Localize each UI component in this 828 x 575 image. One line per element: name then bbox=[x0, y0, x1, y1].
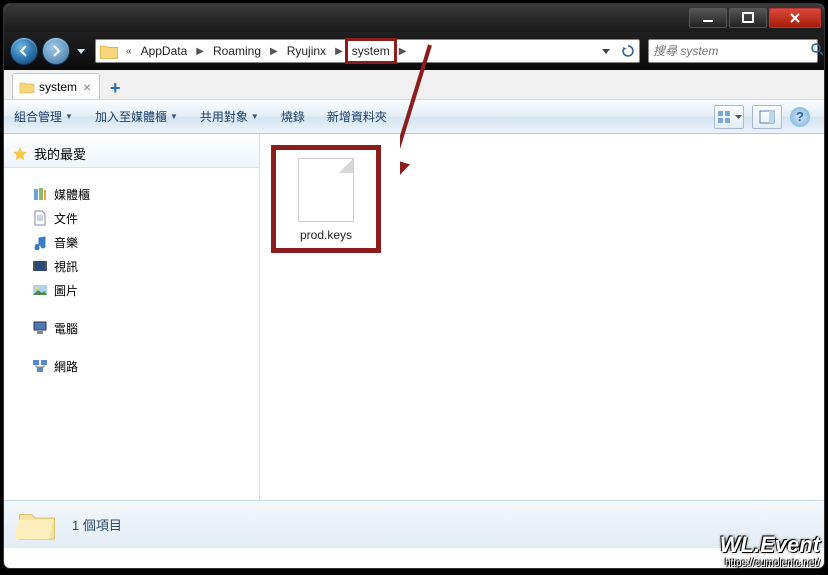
maximize-button[interactable] bbox=[729, 8, 767, 28]
breadcrumb-segment[interactable]: Ryujinx bbox=[282, 40, 331, 62]
sidebar: 我的最愛 媒體櫃 文件 音樂 視訊 bbox=[4, 134, 260, 500]
share-button[interactable]: 共用對象▼ bbox=[200, 108, 259, 125]
help-button[interactable]: ? bbox=[790, 107, 810, 127]
sidebar-item-pictures[interactable]: 圖片 bbox=[4, 278, 259, 302]
navbar: « AppData ▶ Roaming ▶ Ryujinx ▶ system ▶ bbox=[4, 32, 824, 70]
sidebar-item-music[interactable]: 音樂 bbox=[4, 230, 259, 254]
sidebar-network[interactable]: 網路 bbox=[4, 354, 259, 378]
chevron-icon: ▶ bbox=[192, 46, 208, 57]
watermark: WL.Event https://cumolentc.net/ bbox=[720, 532, 820, 569]
minimize-button[interactable] bbox=[689, 8, 727, 28]
video-icon bbox=[32, 258, 48, 274]
chevron-icon: ▶ bbox=[395, 46, 411, 57]
chevron-icon: « bbox=[122, 46, 136, 57]
folder-icon bbox=[19, 79, 35, 95]
address-dropdown[interactable] bbox=[595, 40, 617, 62]
status-text: 1 個項目 bbox=[72, 515, 122, 534]
status-bar: 1 個項目 bbox=[4, 500, 824, 548]
file-prod-keys[interactable]: prod.keys bbox=[276, 150, 376, 248]
tab-system[interactable]: system × bbox=[12, 73, 100, 99]
breadcrumb-segment-current[interactable]: system bbox=[347, 40, 395, 62]
file-name: prod.keys bbox=[280, 228, 372, 242]
chevron-icon: ▶ bbox=[331, 46, 347, 57]
preview-pane-button[interactable] bbox=[752, 105, 782, 129]
network-icon bbox=[32, 358, 48, 374]
burn-button[interactable]: 燒錄 bbox=[281, 108, 305, 125]
documents-icon bbox=[32, 210, 48, 226]
toolbar: 組合管理▼ 加入至媒體櫃▼ 共用對象▼ 燒錄 新增資料夾 ? bbox=[4, 100, 824, 134]
sidebar-libraries[interactable]: 媒體櫃 bbox=[4, 182, 259, 206]
star-icon bbox=[12, 146, 28, 162]
new-folder-button[interactable]: 新增資料夾 bbox=[327, 108, 387, 125]
file-icon bbox=[298, 158, 354, 222]
sidebar-item-videos[interactable]: 視訊 bbox=[4, 254, 259, 278]
breadcrumb-segment[interactable]: Roaming bbox=[208, 40, 266, 62]
refresh-button[interactable] bbox=[617, 40, 639, 62]
search-input[interactable] bbox=[653, 44, 810, 58]
organize-button[interactable]: 組合管理▼ bbox=[14, 108, 73, 125]
search-icon[interactable] bbox=[810, 42, 824, 61]
view-options-button[interactable] bbox=[714, 105, 744, 129]
body: 我的最愛 媒體櫃 文件 音樂 視訊 bbox=[4, 134, 824, 500]
file-list[interactable]: prod.keys bbox=[260, 134, 824, 500]
folder-icon bbox=[99, 41, 119, 61]
titlebar bbox=[4, 4, 824, 32]
tab-label: system bbox=[39, 80, 77, 94]
sidebar-item-documents[interactable]: 文件 bbox=[4, 206, 259, 230]
libraries-icon bbox=[32, 186, 48, 202]
sidebar-favorites[interactable]: 我的最愛 bbox=[4, 140, 259, 168]
address-bar[interactable]: « AppData ▶ Roaming ▶ Ryujinx ▶ system ▶ bbox=[95, 39, 640, 63]
include-library-button[interactable]: 加入至媒體櫃▼ bbox=[95, 108, 178, 125]
tab-strip: system × + bbox=[4, 70, 824, 100]
new-tab-button[interactable]: + bbox=[102, 77, 128, 99]
close-button[interactable] bbox=[769, 8, 821, 28]
forward-button[interactable] bbox=[42, 37, 70, 65]
folder-icon bbox=[16, 507, 58, 543]
back-button[interactable] bbox=[10, 37, 38, 65]
chevron-icon: ▶ bbox=[266, 46, 282, 57]
computer-icon bbox=[32, 320, 48, 336]
sidebar-computer[interactable]: 電腦 bbox=[4, 316, 259, 340]
breadcrumb-segment[interactable]: AppData bbox=[136, 40, 193, 62]
history-dropdown[interactable] bbox=[74, 40, 87, 62]
close-tab-icon[interactable]: × bbox=[81, 79, 93, 95]
music-icon bbox=[32, 234, 48, 250]
pictures-icon bbox=[32, 282, 48, 298]
explorer-window: « AppData ▶ Roaming ▶ Ryujinx ▶ system ▶… bbox=[4, 4, 824, 568]
search-box[interactable] bbox=[648, 39, 818, 63]
